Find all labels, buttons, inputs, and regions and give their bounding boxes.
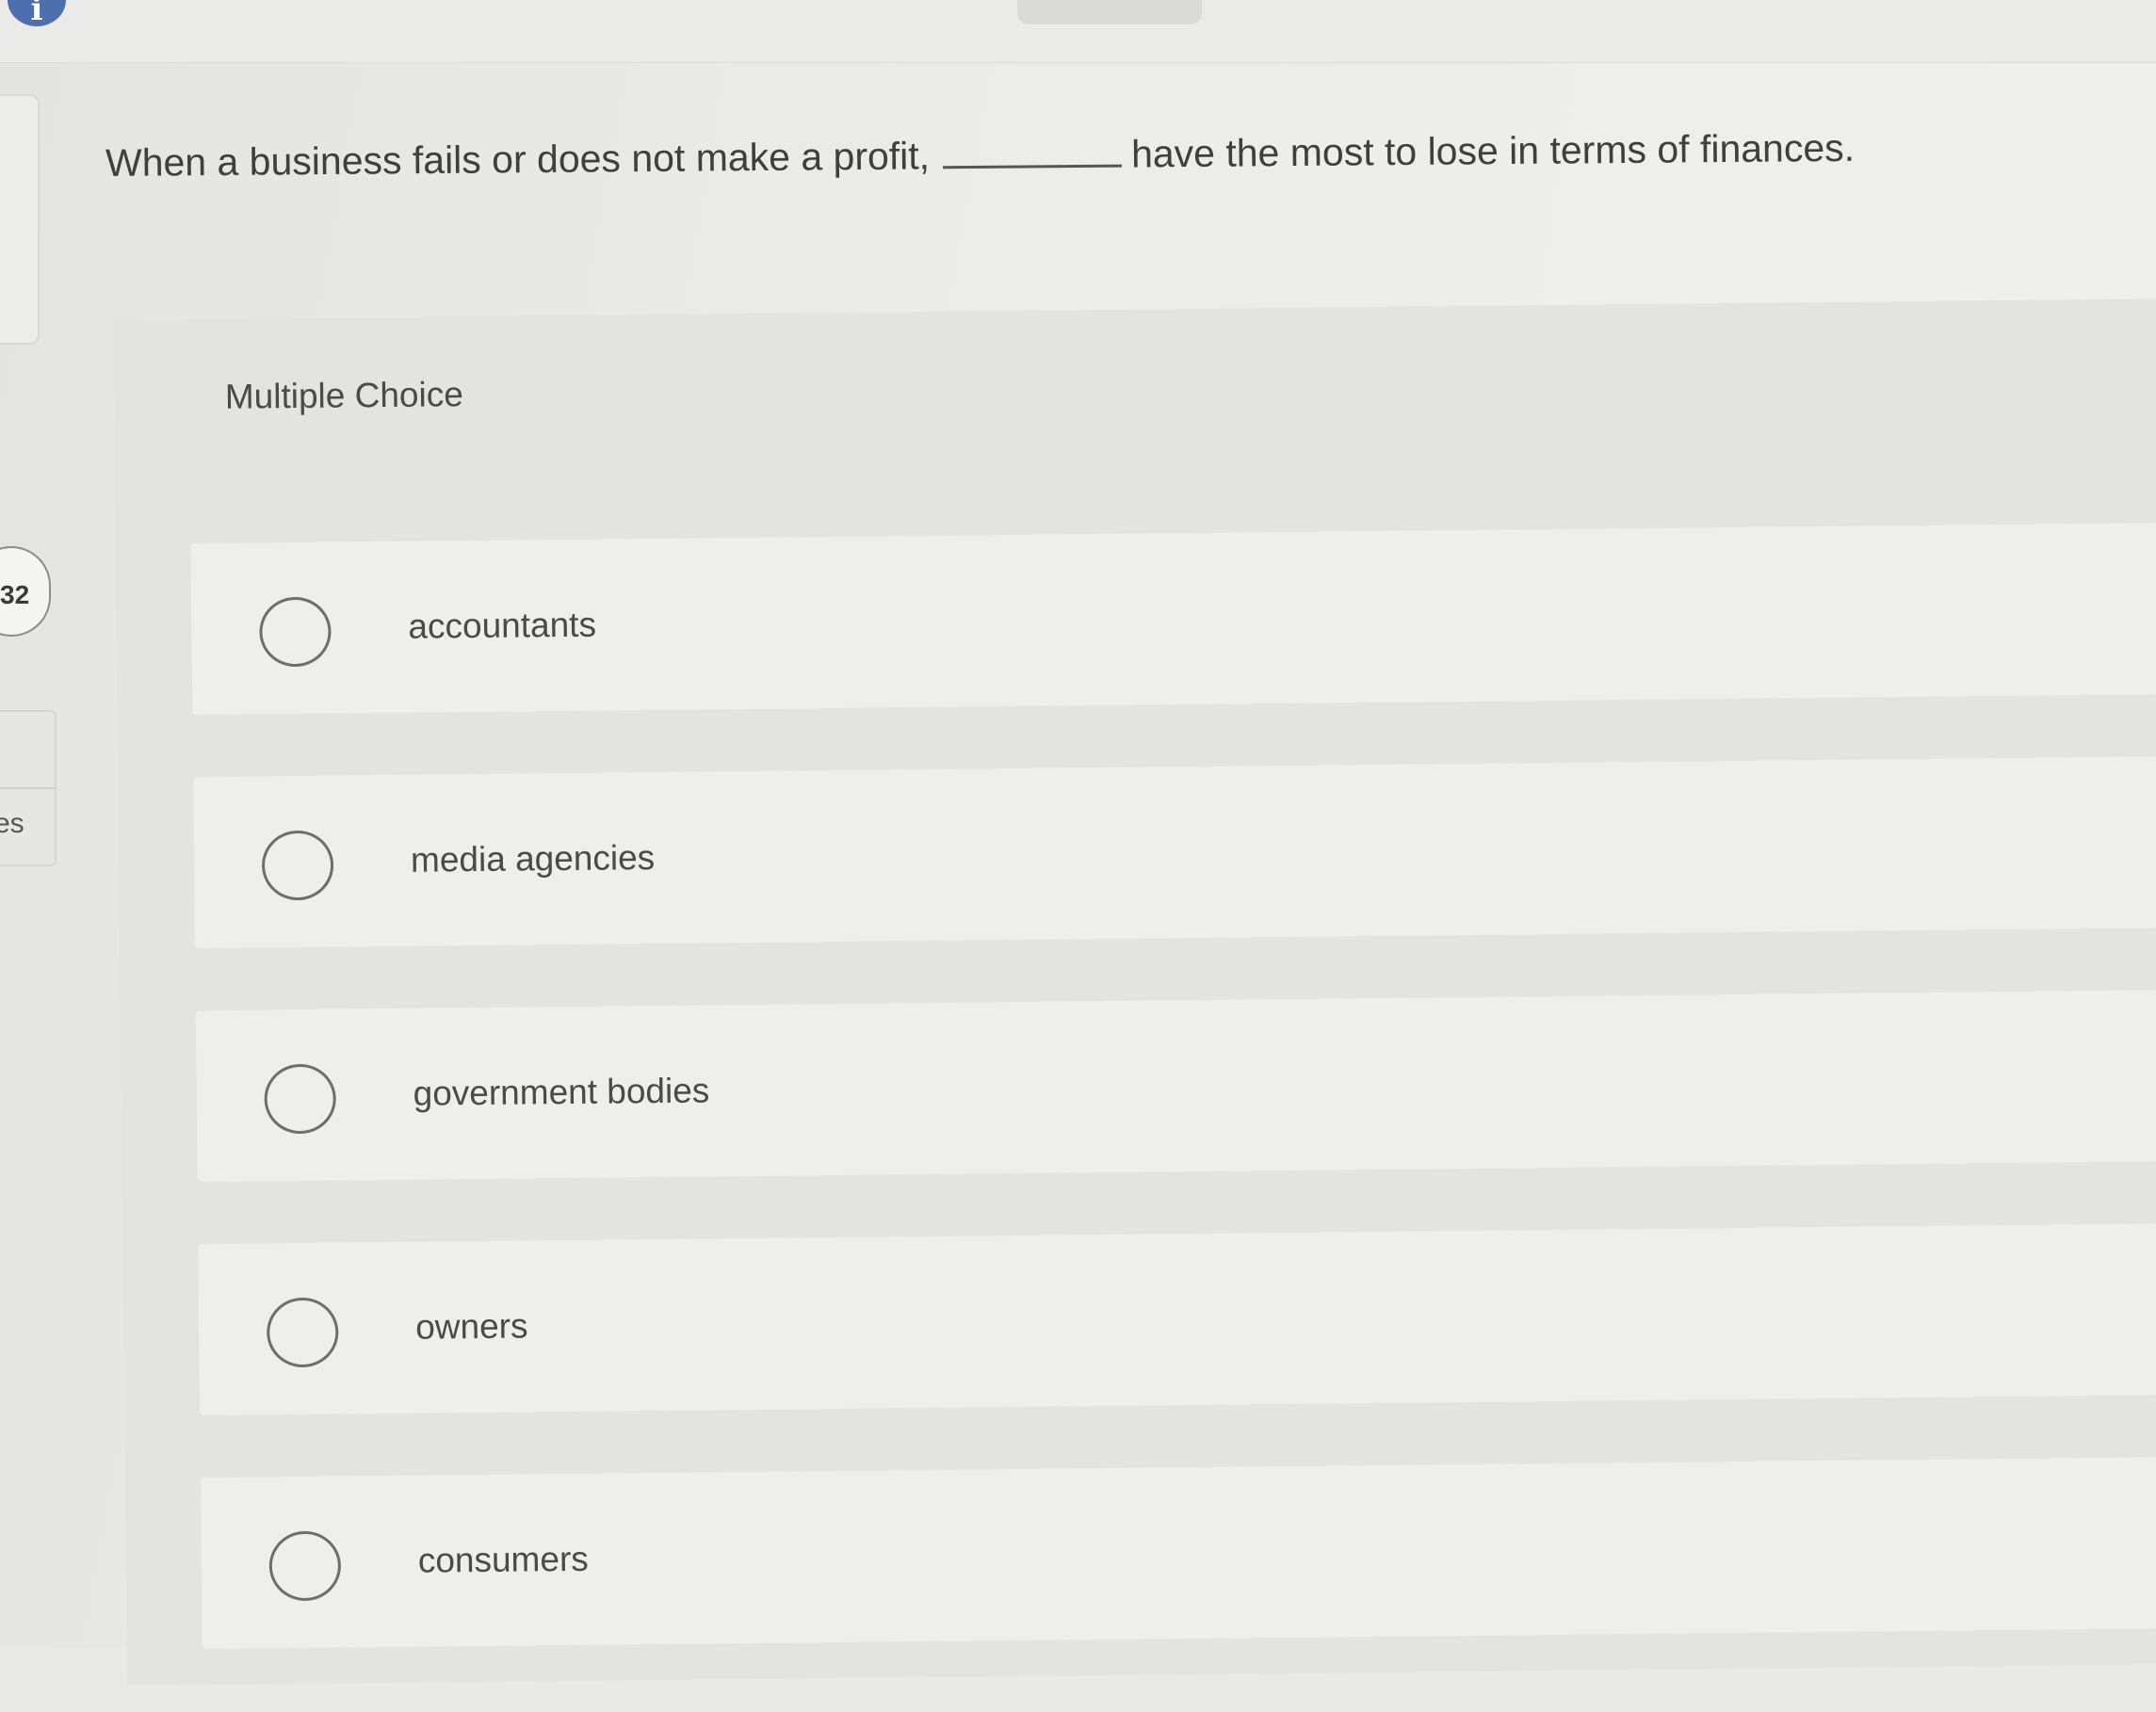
- radio-button[interactable]: [261, 830, 334, 901]
- choice-option[interactable]: owners: [198, 1222, 2156, 1416]
- info-icon[interactable]: i: [8, 0, 66, 28]
- left-side-panel: [0, 94, 40, 345]
- choice-option[interactable]: accountants: [190, 522, 2156, 716]
- choice-label[interactable]: accountants: [408, 606, 596, 647]
- radio-button[interactable]: [264, 1063, 337, 1135]
- question-text-after: have the most to lose in terms of financ…: [1130, 125, 1856, 176]
- top-bar: i: [0, 0, 2156, 63]
- choice-label[interactable]: consumers: [418, 1540, 589, 1581]
- choice-option[interactable]: government bodies: [195, 989, 2156, 1183]
- question-number: 32: [0, 580, 30, 609]
- radio-button[interactable]: [266, 1297, 339, 1368]
- radio-button[interactable]: [268, 1530, 342, 1602]
- choice-label[interactable]: owners: [415, 1306, 528, 1347]
- question-text-before: When a business fails or does not make a…: [105, 134, 931, 185]
- choice-list: accountants media agencies government bo…: [190, 522, 2156, 1711]
- radio-button[interactable]: [259, 596, 332, 668]
- multiple-choice-label: Multiple Choice: [224, 375, 464, 416]
- quiz-page: i 32 es When a business fails or does no…: [0, 0, 2156, 1686]
- left-nav-label: es: [0, 808, 24, 839]
- left-nav-divider: [0, 787, 55, 789]
- choice-label[interactable]: media agencies: [411, 838, 656, 880]
- top-tab[interactable]: [1017, 0, 1202, 24]
- multiple-choice-panel: Multiple Choice accountants media agenci…: [113, 298, 2156, 1686]
- choice-option[interactable]: consumers: [200, 1456, 2156, 1650]
- choice-option[interactable]: media agencies: [193, 755, 2156, 949]
- question-prompt: When a business fails or does not make a…: [105, 126, 1855, 186]
- choice-label[interactable]: government bodies: [413, 1071, 709, 1113]
- answer-blank: [943, 163, 1123, 170]
